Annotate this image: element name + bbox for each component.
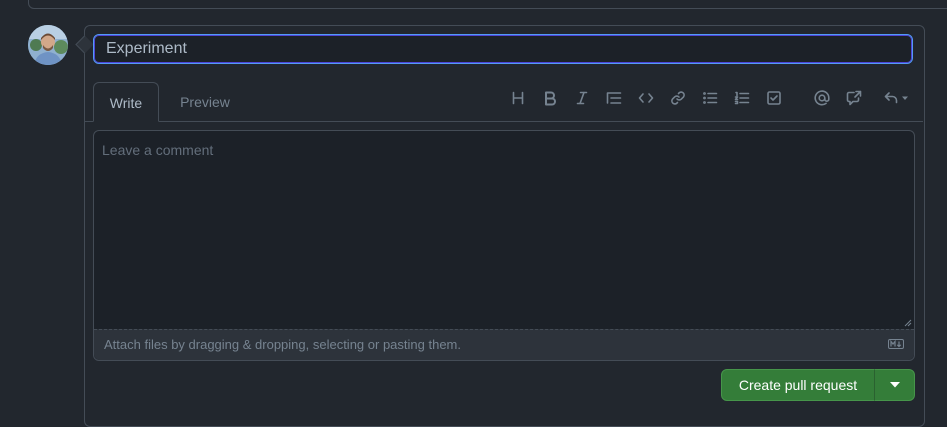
previous-section-border xyxy=(28,0,947,9)
resize-handle-icon[interactable] xyxy=(904,319,912,327)
task-list-icon[interactable] xyxy=(762,86,786,110)
bulleted-list-icon[interactable] xyxy=(698,86,722,110)
user-avatar[interactable] xyxy=(28,25,68,65)
code-icon[interactable] xyxy=(634,86,658,110)
create-pull-request-button[interactable]: Create pull request xyxy=(721,369,875,401)
markdown-icon[interactable] xyxy=(888,339,904,349)
avatar-image xyxy=(28,25,68,65)
tab-write[interactable]: Write xyxy=(93,82,159,122)
title-input[interactable] xyxy=(93,34,913,64)
heading-icon[interactable] xyxy=(506,86,530,110)
comment-textarea[interactable] xyxy=(94,131,914,329)
italic-icon[interactable] xyxy=(570,86,594,110)
tab-preview[interactable]: Preview xyxy=(164,82,246,122)
saved-reply-icon[interactable] xyxy=(880,86,912,110)
chevron-down-icon xyxy=(902,96,908,100)
attach-files-text: Attach files by dragging & dropping, sel… xyxy=(104,337,461,352)
attach-files-bar[interactable]: Attach files by dragging & dropping, sel… xyxy=(94,329,914,360)
mention-icon[interactable] xyxy=(810,86,834,110)
link-icon[interactable] xyxy=(666,86,690,110)
numbered-list-icon[interactable] xyxy=(730,86,754,110)
bold-icon[interactable] xyxy=(538,86,562,110)
comment-editor: Attach files by dragging & dropping, sel… xyxy=(93,130,915,361)
create-options-dropdown-button[interactable] xyxy=(874,369,915,401)
quote-icon[interactable] xyxy=(602,86,626,110)
triangle-down-icon xyxy=(889,382,900,388)
cross-reference-icon[interactable] xyxy=(842,86,866,110)
